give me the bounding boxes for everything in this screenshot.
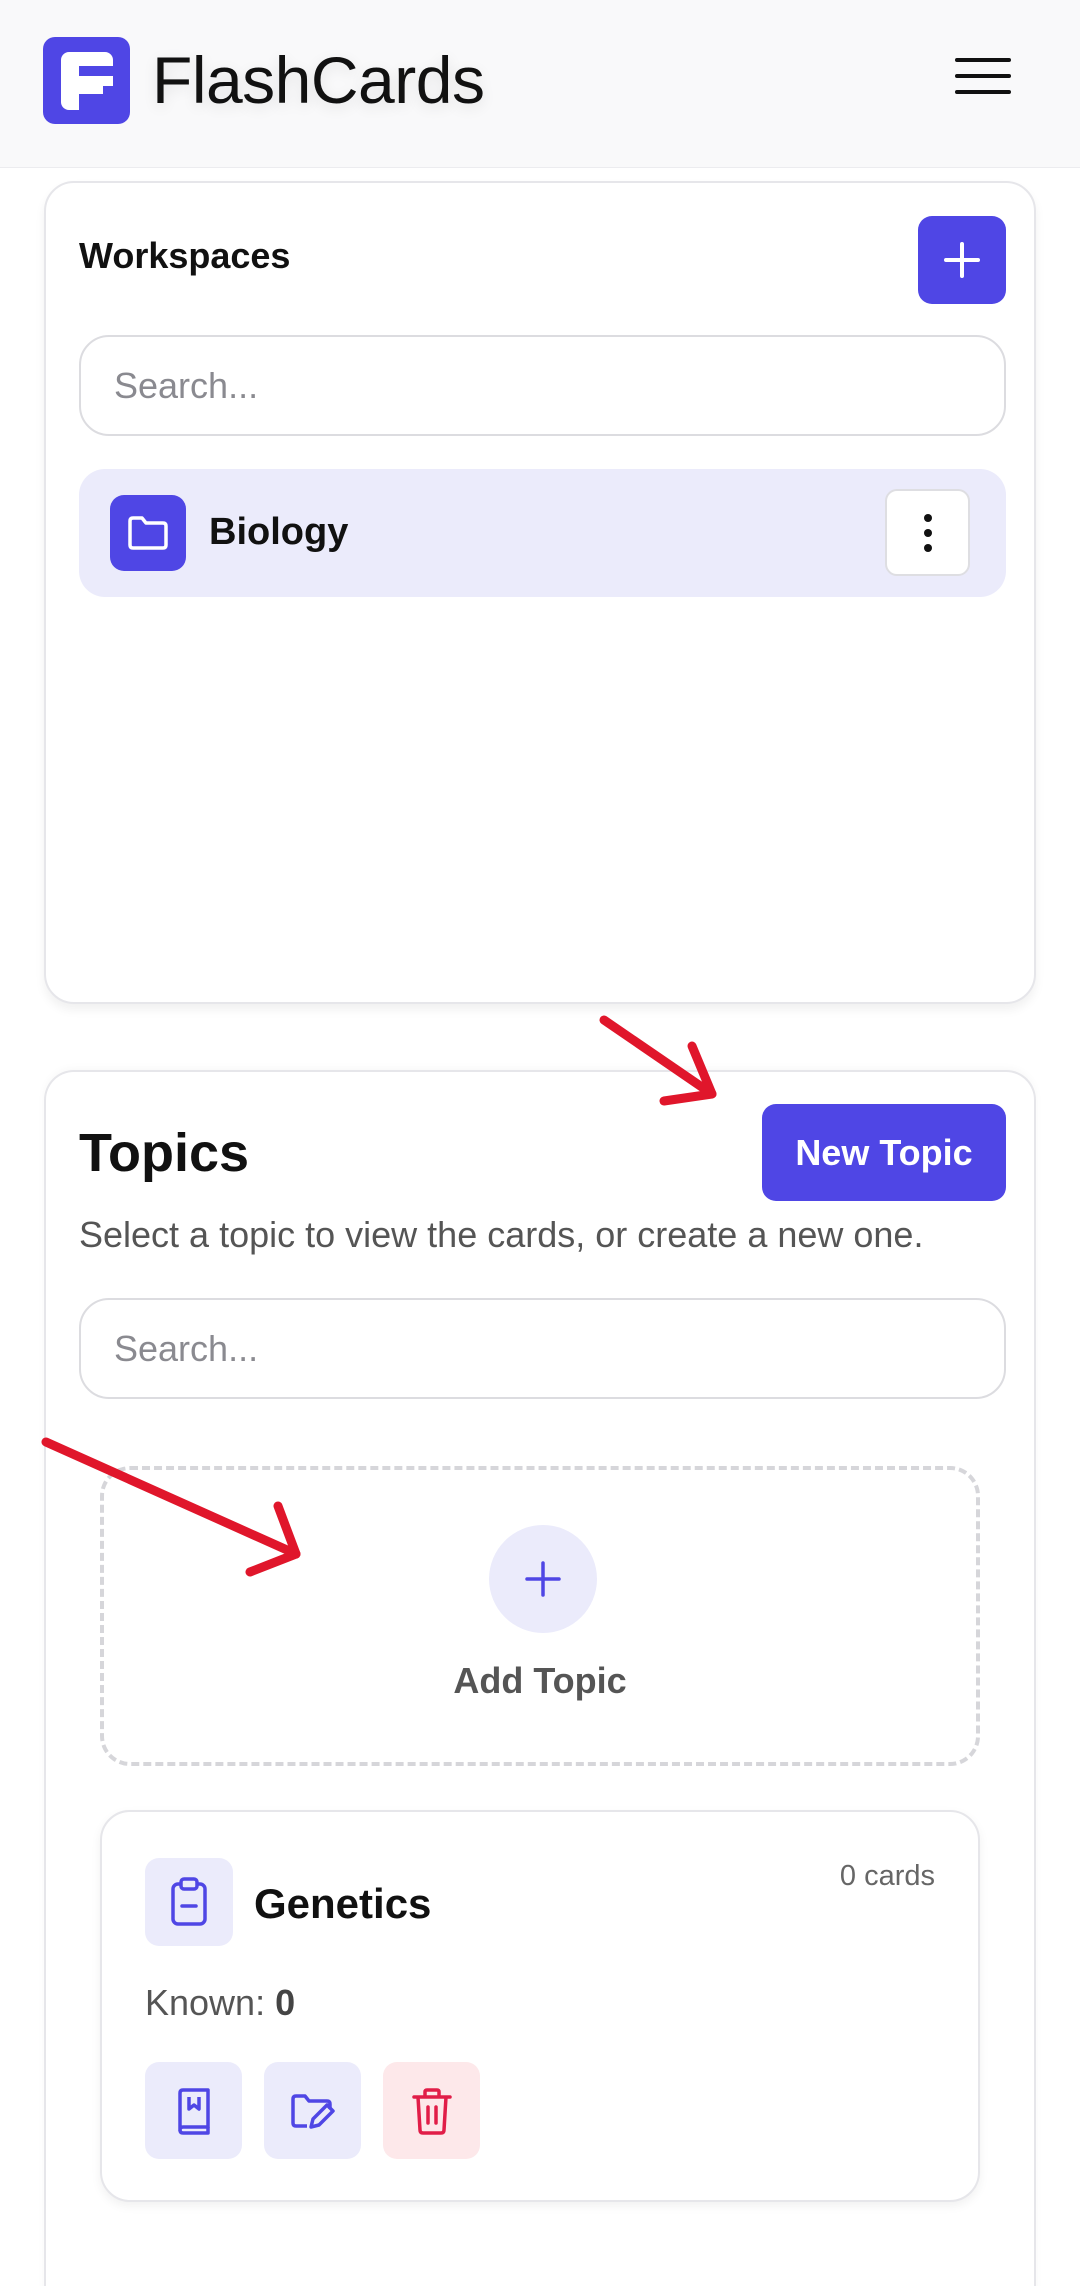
workspace-name: Biology xyxy=(209,511,349,553)
workspace-search-input[interactable] xyxy=(79,335,1006,436)
hamburger-menu-icon[interactable] xyxy=(955,58,1011,102)
known-label: Known: xyxy=(145,1982,266,2023)
topic-search-input[interactable] xyxy=(79,1298,1006,1399)
topic-card-genetics[interactable]: Genetics 0 cards Known: 0 xyxy=(100,1810,980,2202)
trash-icon xyxy=(411,2087,452,2135)
topic-name: Genetics xyxy=(254,1880,432,1927)
topics-title: Topics xyxy=(79,1123,250,1183)
logo-letter-f xyxy=(60,51,113,110)
annotation-arrow-add-topic xyxy=(41,1437,301,1577)
topic-known: Known: 0 xyxy=(145,1982,295,2024)
topic-actions xyxy=(145,2062,480,2159)
folder-icon xyxy=(110,495,186,571)
add-topic-label: Add Topic xyxy=(453,1660,627,1701)
plus-icon xyxy=(489,1525,597,1633)
study-topic-button[interactable] xyxy=(145,2062,242,2159)
workspaces-panel: Workspaces Biology xyxy=(44,181,1036,1004)
topics-subtitle: Select a topic to view the cards, or cre… xyxy=(79,1214,924,1255)
new-topic-button[interactable]: New Topic xyxy=(762,1104,1006,1201)
topic-card-count: 0 cards xyxy=(839,1860,935,1892)
edit-folder-icon xyxy=(290,2093,335,2129)
study-book-icon xyxy=(177,2087,210,2135)
delete-topic-button[interactable] xyxy=(383,2062,480,2159)
plus-icon xyxy=(944,242,980,278)
app-title: FlashCards xyxy=(152,43,485,117)
workspace-item-biology[interactable]: Biology xyxy=(79,469,1006,597)
app-logo xyxy=(43,37,130,124)
clipboard-icon xyxy=(145,1858,233,1946)
topics-panel: Topics New Topic Select a topic to view … xyxy=(44,1070,1036,2286)
known-value: 0 xyxy=(275,1982,296,2023)
app-header: FlashCards xyxy=(0,0,1080,168)
workspaces-title: Workspaces xyxy=(79,235,291,276)
annotation-arrow-new-topic xyxy=(599,1015,717,1106)
vertical-ellipsis-icon[interactable] xyxy=(885,489,970,576)
add-workspace-button[interactable] xyxy=(918,216,1006,304)
edit-topic-button[interactable] xyxy=(264,2062,361,2159)
